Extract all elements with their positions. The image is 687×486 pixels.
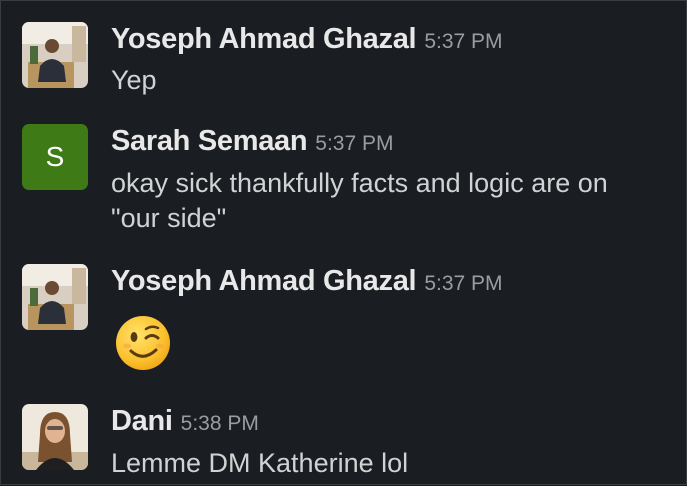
- user-photo-icon: [22, 264, 88, 330]
- message-item[interactable]: S Sarah Semaan 5:37 PM okay sick thankful…: [1, 111, 686, 251]
- sender-name[interactable]: Yoseph Ahmad Ghazal: [111, 265, 417, 297]
- avatar-initial: S: [45, 141, 65, 172]
- message-item[interactable]: Dani 5:38 PM Lemme DM Katherine lol: [1, 391, 686, 486]
- sender-name[interactable]: Yoseph Ahmad Ghazal: [111, 23, 417, 55]
- user-photo-icon: [22, 404, 88, 470]
- message-text: Yep: [111, 65, 157, 95]
- sender-name[interactable]: Sarah Semaan: [111, 125, 308, 157]
- avatar[interactable]: [22, 22, 88, 88]
- timestamp[interactable]: 5:37 PM: [424, 272, 502, 295]
- message-text: okay sick thankfully facts and logic are…: [111, 168, 608, 233]
- timestamp[interactable]: 5:37 PM: [424, 30, 502, 53]
- avatar[interactable]: [22, 264, 88, 330]
- message-item[interactable]: Yoseph Ahmad Ghazal 5:37 PM: [1, 251, 686, 391]
- avatar[interactable]: [22, 404, 88, 470]
- sender-name[interactable]: Dani: [111, 405, 173, 437]
- user-photo-icon: [22, 22, 88, 88]
- message-text: Lemme DM Katherine lol: [111, 448, 409, 478]
- timestamp[interactable]: 5:38 PM: [181, 412, 259, 435]
- timestamp[interactable]: 5:37 PM: [315, 132, 393, 155]
- message-pane: Yoseph Ahmad Ghazal 5:37 PM Yep S Sarah S…: [0, 0, 687, 485]
- winking-face-icon: [116, 316, 170, 370]
- message-item[interactable]: Yoseph Ahmad Ghazal 5:37 PM Yep: [1, 1, 686, 111]
- avatar[interactable]: S: [22, 124, 88, 190]
